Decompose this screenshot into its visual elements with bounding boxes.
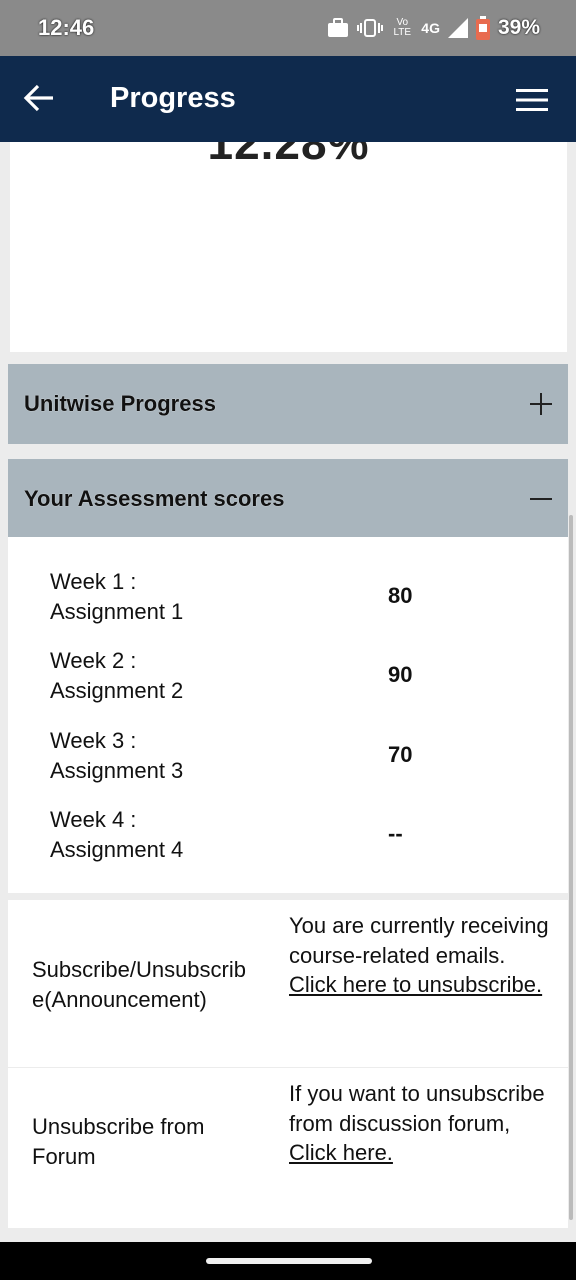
forum-label-line1: Unsubscribe from (32, 1114, 205, 1139)
unitwise-progress-label: Unitwise Progress (24, 391, 216, 416)
announcement-info-text: You are currently receiving course-relat… (289, 913, 549, 968)
score-assignment: Assignment 1 (50, 599, 184, 624)
score-name: Week 3 : Assignment 3 (50, 726, 183, 786)
announcement-subscription-row: Subscribe/Unsubscrib e(Announcement) You… (8, 900, 568, 1067)
unsubscribe-forum-link[interactable]: Click here. (289, 1140, 393, 1165)
score-value: 90 (388, 662, 413, 687)
forum-info-text: If you want to unsubscribe from discussi… (289, 1081, 545, 1136)
status-bar: 12:46 Vo LTE 4G 39% (0, 0, 576, 56)
score-name: Week 2 : Assignment 2 (50, 646, 183, 706)
score-assignment: Assignment 2 (50, 678, 184, 703)
unitwise-progress-accordion[interactable]: Unitwise Progress (8, 364, 568, 444)
score-name: Week 1 : Assignment 1 (50, 567, 183, 627)
forum-subscription-row: Unsubscribe from Forum If you want to un… (8, 1068, 568, 1228)
score-week: Week 3 : (50, 728, 137, 753)
announcement-subscription-info: You are currently receiving course-relat… (289, 911, 559, 1000)
announcement-label-line2: e(Announcement) (32, 987, 207, 1012)
score-row: Week 2 : Assignment 2 90 (8, 646, 568, 726)
score-assignment: Assignment 3 (50, 758, 184, 783)
battery-icon (475, 16, 490, 40)
status-icons: Vo LTE 4G 39% (327, 14, 540, 42)
page-title: Progress (110, 82, 236, 114)
overall-progress-card: 12.28% (10, 142, 567, 352)
assessment-scores-accordion[interactable]: Your Assessment scores (8, 459, 568, 537)
network-type: 4G (421, 20, 440, 36)
assessment-scores-list: Week 1 : Assignment 1 80 Week 2 : Assign… (8, 537, 568, 893)
score-name: Week 4 : Assignment 4 (50, 805, 183, 865)
progress-percentage: 12.28% (207, 142, 370, 169)
system-nav-bar (0, 1242, 576, 1280)
score-value: -- (388, 821, 403, 846)
assessment-scores-label: Your Assessment scores (24, 486, 285, 511)
plus-icon[interactable] (528, 391, 554, 417)
score-value: 80 (388, 583, 413, 608)
battery-percentage: 39% (497, 16, 540, 39)
score-assignment: Assignment 4 (50, 837, 184, 862)
volte-badge: Vo LTE (393, 17, 412, 38)
home-gesture-pill[interactable] (206, 1258, 372, 1264)
score-row: Week 1 : Assignment 1 80 (8, 567, 568, 647)
unsubscribe-announcement-link[interactable]: Click here to unsubscribe. (289, 972, 542, 997)
subscription-settings: Subscribe/Unsubscrib e(Announcement) You… (8, 900, 568, 1228)
hamburger-menu-icon[interactable] (514, 86, 550, 114)
score-row: Week 3 : Assignment 3 70 (8, 726, 568, 806)
vibrate-icon (357, 19, 384, 37)
forum-subscription-label: Unsubscribe from Forum (32, 1112, 282, 1172)
status-time: 12:46 (38, 15, 95, 40)
forum-subscription-info: If you want to unsubscribe from discussi… (289, 1079, 559, 1168)
signal-icon (447, 18, 468, 38)
announcement-subscription-label: Subscribe/Unsubscrib e(Announcement) (32, 955, 282, 1015)
score-row: Week 4 : Assignment 4 -- (8, 805, 568, 885)
score-week: Week 4 : (50, 807, 137, 832)
score-week: Week 1 : (50, 569, 137, 594)
score-week: Week 2 : (50, 648, 137, 673)
score-value: 70 (388, 742, 413, 767)
arrow-left-icon[interactable] (22, 80, 58, 116)
minus-icon[interactable] (528, 486, 554, 512)
briefcase-icon (328, 18, 349, 37)
announcement-label-line1: Subscribe/Unsubscrib (32, 957, 246, 982)
forum-label-line2: Forum (32, 1144, 96, 1169)
scrollbar[interactable] (569, 515, 573, 1220)
app-bar: Progress (0, 56, 576, 142)
